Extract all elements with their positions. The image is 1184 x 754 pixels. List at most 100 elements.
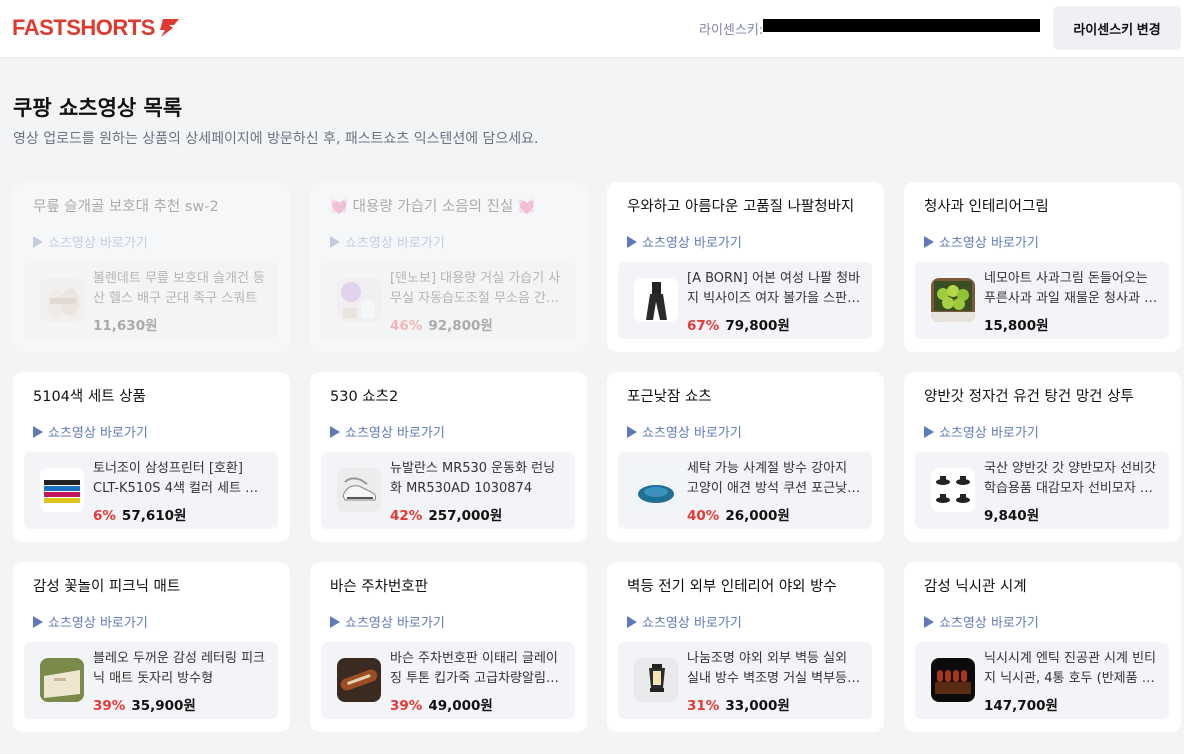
shorts-link[interactable]: 쇼츠영상 바로가기 [33,612,148,631]
shorts-link-label: 쇼츠영상 바로가기 [642,426,742,441]
play-triangle-icon [627,425,637,438]
product-box[interactable]: 블레오 두꺼운 감성 레터링 피크닉 매트 돗자리 방수형 39% 35,900원 [24,642,278,719]
product-price: 49,000원 [428,698,493,714]
shorts-link-label: 쇼츠영상 바로가기 [345,236,445,251]
shorts-link[interactable]: 쇼츠영상 바로가기 [924,232,1039,251]
product-box[interactable]: 닉시시계 엔틱 진공관 시계 빈티지 닉시관, 4통 호두 (반제품 - 조립필… [915,642,1169,719]
product-box[interactable]: 국산 양반갓 갓 양반모자 선비갓 학습용품 대감모자 선비모자 전통 9,84… [915,452,1169,529]
play-triangle-icon [924,425,934,438]
shorts-link-label: 쇼츠영상 바로가기 [642,236,742,251]
product-thumbnail [931,278,975,322]
product-box[interactable]: [덴노보] 대용량 거실 가습기 사무실 자동습도조절 무소음 간편세척 46%… [321,262,575,339]
product-box[interactable]: 세탁 가능 사계절 방수 강아지 고양이 애견 방석 쿠션 포근낮잠 침대 40… [618,452,872,529]
shorts-link[interactable]: 쇼츠영상 바로가기 [330,612,445,631]
product-box[interactable]: [A BORN] 어본 여성 나팔 청바지 빅사이즈 여자 볼가을 스판 부츠컷… [618,262,872,339]
shorts-link-label: 쇼츠영상 바로가기 [939,236,1039,251]
product-price: 33,000원 [725,698,790,714]
logo[interactable]: FASTSHORTS [12,15,181,41]
card-title: 💓 대용량 가습기 소음의 진실 💓 [330,199,536,215]
product-name: 토너조이 삼성프린터 [호환] CLT-K510S 4색 컬러 세트 재생토너 [93,461,258,496]
price-row: 15,800원 [984,314,1049,334]
shorts-link-label: 쇼츠영상 바로가기 [642,616,742,631]
product-box[interactable]: 나눔조명 야외 외부 벽등 실외 실내 방수 벽조명 거실 벽부등 현관등 31… [618,642,872,719]
discount-rate: 39% [390,698,423,714]
shorts-card[interactable]: 청사과 인테리어그림 쇼츠영상 바로가기 네모아트 사과그림 돈들어오는 푸른사… [904,182,1181,352]
shorts-link-label: 쇼츠영상 바로가기 [939,426,1039,441]
product-box[interactable]: 토너조이 삼성프린터 [호환] CLT-K510S 4색 컬러 세트 재생토너 … [24,452,278,529]
product-thumbnail [40,468,84,512]
discount-rate: 31% [687,698,720,714]
product-name: 바슨 주차번호판 이태리 글레이징 투톤 킵가죽 고급차량알림판 자동차 [390,651,558,686]
shorts-link-label: 쇼츠영상 바로가기 [345,616,445,631]
discount-rate: 67% [687,318,720,334]
product-price: 9,840원 [984,508,1040,524]
shorts-link-label: 쇼츠영상 바로가기 [939,616,1039,631]
shorts-link[interactable]: 쇼츠영상 바로가기 [627,612,742,631]
play-triangle-icon [33,425,43,438]
change-license-button[interactable]: 라이센스키 변경 [1053,6,1181,50]
shorts-card[interactable]: 5104색 세트 상품 쇼츠영상 바로가기 토너조이 삼성프린터 [호환] CL… [13,372,290,542]
shorts-link[interactable]: 쇼츠영상 바로가기 [924,612,1039,631]
price-row: 39% 35,900원 [93,694,196,714]
shorts-card[interactable]: 바슨 주차번호판 쇼츠영상 바로가기 바슨 주차번호판 이태리 글레이징 투톤 … [310,562,587,732]
shorts-card[interactable]: 포근낮잠 쇼츠 쇼츠영상 바로가기 세탁 가능 사계절 방수 강아지 고양이 애… [607,372,884,542]
product-box[interactable]: 네모아트 사과그림 돈들어오는 푸른사과 과일 재물운 청사과 그림액자 15,… [915,262,1169,339]
card-title: 5104색 세트 상품 [33,389,146,405]
play-triangle-icon [330,615,340,628]
product-box[interactable]: 볼렌데트 무릎 보호대 슬개건 등산 헬스 배구 군대 족구 스쿼트 11,63… [24,262,278,339]
product-name: [A BORN] 어본 여성 나팔 청바지 빅사이즈 여자 볼가을 스판 부츠컷 [687,271,861,306]
product-name: 뉴발란스 MR530 운동화 런닝화 MR530AD 1030874 [390,461,556,496]
shorts-card[interactable]: 우와하고 아름다운 고품질 나팔청바지 쇼츠영상 바로가기 [A BORN] 어… [607,182,884,352]
card-title: 청사과 인테리어그림 [924,199,1049,215]
product-name: 나눔조명 야외 외부 벽등 실외 실내 방수 벽조명 거실 벽부등 현관등 [687,651,848,686]
product-name: 볼렌데트 무릎 보호대 슬개건 등산 헬스 배구 군대 족구 스쿼트 [93,271,266,306]
play-triangle-icon [33,615,43,628]
shorts-link[interactable]: 쇼츠영상 바로가기 [330,232,445,251]
product-price: 11,630원 [93,318,158,334]
shorts-link[interactable]: 쇼츠영상 바로가기 [627,422,742,441]
card-title: 감성 닉시관 시계 [924,579,1027,595]
product-thumbnail [337,278,381,322]
shorts-card[interactable]: 감성 닉시관 시계 쇼츠영상 바로가기 닉시시계 엔틱 진공관 시계 빈티지 닉… [904,562,1181,732]
product-price: 147,700원 [984,698,1058,714]
card-title: 우와하고 아름다운 고품질 나팔청바지 [627,199,855,215]
product-thumbnail [931,468,975,512]
price-row: 67% 79,800원 [687,314,790,334]
product-thumbnail [634,278,678,322]
product-price: 257,000원 [428,508,503,524]
price-row: 40% 26,000원 [687,504,790,524]
shorts-card[interactable]: 530 쇼츠2 쇼츠영상 바로가기 뉴발란스 MR530 운동화 런닝화 MR5… [310,372,587,542]
price-row: 31% 33,000원 [687,694,790,714]
play-triangle-icon [330,235,340,248]
product-thumbnail [337,468,381,512]
shorts-card[interactable]: 벽등 전기 외부 인테리어 야외 방수 쇼츠영상 바로가기 나눔조명 야외 외부… [607,562,884,732]
shorts-link[interactable]: 쇼츠영상 바로가기 [924,422,1039,441]
card-title: 감성 꽃놀이 피크닉 매트 [33,579,181,595]
shorts-link[interactable]: 쇼츠영상 바로가기 [33,232,148,251]
license-key-label: 라이센스키: [699,23,764,38]
shorts-card[interactable]: 감성 꽃놀이 피크닉 매트 쇼츠영상 바로가기 블레오 두꺼운 감성 레터링 피… [13,562,290,732]
logo-text: FASTSHORTS [12,15,155,40]
shorts-link[interactable]: 쇼츠영상 바로가기 [33,422,148,441]
price-row: 6% 57,610원 [93,504,186,524]
play-triangle-icon [330,425,340,438]
price-row: 11,630원 [93,314,158,334]
shorts-card[interactable]: 무릎 슬개골 보호대 추천 sw-2 쇼츠영상 바로가기 볼렌데트 무릎 보호대… [13,182,290,352]
page-description: 영상 업로드를 원하는 상품의 상세페이지에 방문하신 후, 패스트쇼츠 익스텐… [13,131,539,147]
product-box[interactable]: 바슨 주차번호판 이태리 글레이징 투톤 킵가죽 고급차량알림판 자동차 39%… [321,642,575,719]
shorts-link[interactable]: 쇼츠영상 바로가기 [330,422,445,441]
play-triangle-icon [924,615,934,628]
price-row: 9,840원 [984,504,1039,524]
card-title: 무릎 슬개골 보호대 추천 sw-2 [33,199,219,215]
price-row: 42% 257,000원 [390,504,502,524]
product-thumbnail [931,658,975,702]
product-name: 닉시시계 엔틱 진공관 시계 빈티지 닉시관, 4통 호두 (반제품 - 조립필… [984,651,1157,686]
shorts-link[interactable]: 쇼츠영상 바로가기 [627,232,742,251]
shorts-link-label: 쇼츠영상 바로가기 [48,236,148,251]
price-row: 147,700원 [984,694,1058,714]
shorts-link-label: 쇼츠영상 바로가기 [48,426,148,441]
shorts-card[interactable]: 양반갓 정자건 유건 탕건 망건 상투 쇼츠영상 바로가기 국산 양반갓 갓 양… [904,372,1181,542]
card-title: 바슨 주차번호판 [330,579,428,595]
shorts-card[interactable]: 💓 대용량 가습기 소음의 진실 💓 쇼츠영상 바로가기 [덴노보] 대용량 거… [310,182,587,352]
product-box[interactable]: 뉴발란스 MR530 운동화 런닝화 MR530AD 1030874 42% 25… [321,452,575,529]
